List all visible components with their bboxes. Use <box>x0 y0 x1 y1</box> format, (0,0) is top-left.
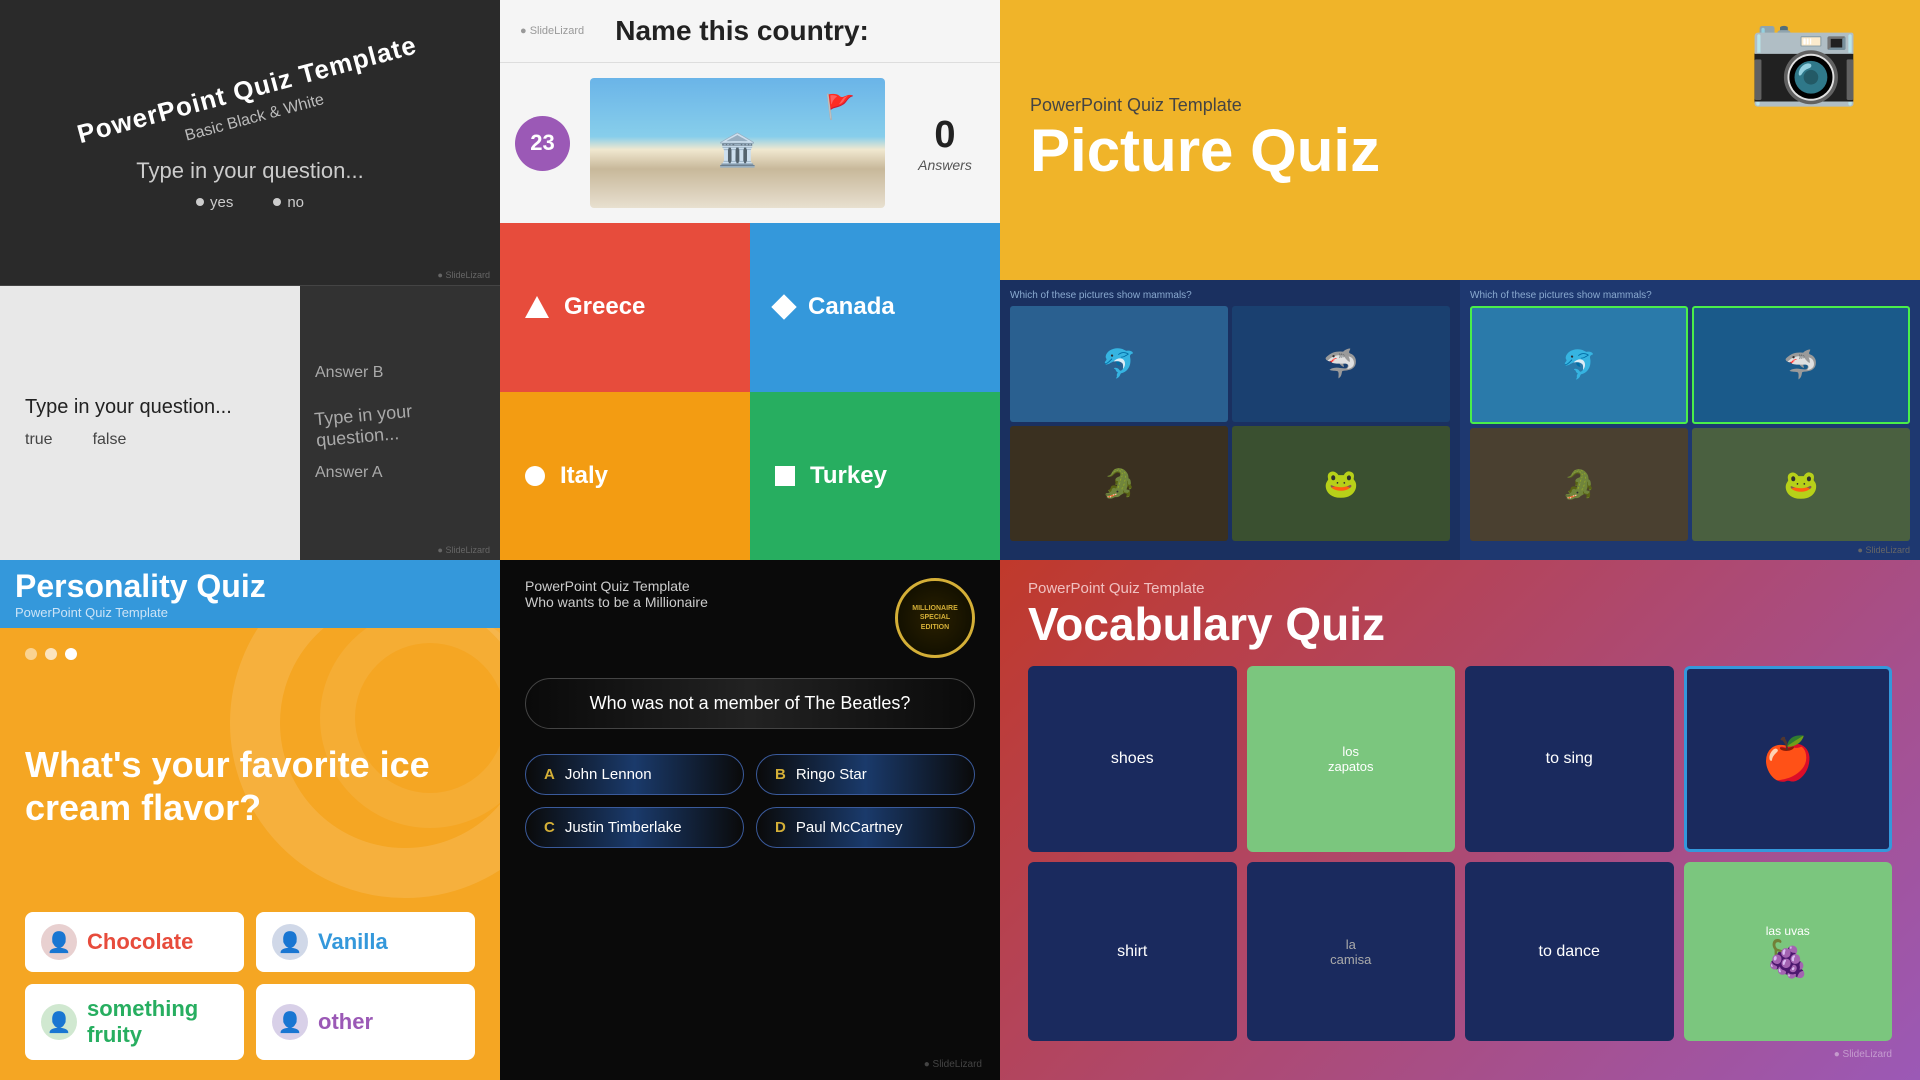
country-title: Name this country: <box>615 15 869 47</box>
vocab-card-camisa[interactable]: lacamisa <box>1247 862 1456 1041</box>
mammals-panel-2: Which of these pictures show mammals? 🐬 … <box>1460 280 1920 560</box>
answers-count: 0 <box>934 114 955 157</box>
cell-country-quiz: ● SlideLizard Name this country: 23 🏛️ 🚩… <box>500 0 1000 560</box>
option-chocolate[interactable]: 👤 Chocolate <box>25 912 244 972</box>
bw-question: Type in your question... <box>136 158 363 184</box>
option-vanilla[interactable]: 👤 Vanilla <box>256 912 475 972</box>
answer-b: Answer B <box>315 364 485 382</box>
picture-title: Picture Quiz <box>1030 116 1380 185</box>
vocab-card-zapatos[interactable]: loszapatos <box>1247 666 1456 852</box>
option-other[interactable]: 👤 other <box>256 984 475 1060</box>
option-fruity[interactable]: 👤 something fruity <box>25 984 244 1060</box>
mammals-panel-1: Which of these pictures show mammals? 🐬 … <box>1000 280 1460 560</box>
question-counter: 23 <box>515 116 570 171</box>
m-answer-b[interactable]: B Ringo Star <box>756 754 975 795</box>
vocab-label: PowerPoint Quiz Template <box>1028 580 1892 597</box>
option-no: no <box>287 194 304 211</box>
m-answer-d[interactable]: D Paul McCartney <box>756 807 975 848</box>
picture-label: PowerPoint Quiz Template <box>1030 95 1380 116</box>
answer-italy[interactable]: Italy <box>500 392 750 561</box>
false-option: false <box>93 431 127 449</box>
m-answer-c[interactable]: C Justin Timberlake <box>525 807 744 848</box>
personality-question: What's your favorite ice cream flavor? <box>25 743 475 829</box>
cell-black-white: PowerPoint Quiz Template Basic Black & W… <box>0 0 500 560</box>
answer-greece[interactable]: Greece <box>500 223 750 392</box>
millionaire-subtitle: Who wants to be a Millionaire <box>525 594 708 610</box>
badge-3: ● SlideLizard <box>1858 545 1910 555</box>
answer-turkey[interactable]: Turkey <box>750 392 1000 561</box>
answers-label: Answers <box>918 157 972 173</box>
answer-canada[interactable]: Canada <box>750 223 1000 392</box>
vocab-title: Vocabulary Quiz <box>1028 597 1892 651</box>
answer-a: Answer A <box>315 464 485 482</box>
vocab-card-shirt[interactable]: shirt <box>1028 862 1237 1041</box>
millionaire-badge: ● SlideLizard <box>924 1059 982 1070</box>
vocab-card-grapes[interactable]: las uvas 🍇 <box>1684 862 1893 1041</box>
vocab-card-shoes[interactable]: shoes <box>1028 666 1237 852</box>
type-question-overlay: Type in your question... <box>313 394 486 451</box>
badge-1b: ● SlideLizard <box>438 545 490 555</box>
millionaire-label: PowerPoint Quiz Template <box>525 578 708 594</box>
millionaire-section: PowerPoint Quiz Template Who wants to be… <box>500 560 1000 1080</box>
personality-title: Personality Quiz <box>15 568 485 605</box>
vocab-badge: ● SlideLizard <box>1028 1049 1892 1060</box>
vocabulary-quiz-section: PowerPoint Quiz Template Vocabulary Quiz… <box>1000 560 1920 1080</box>
badge-1: ● SlideLizard <box>438 270 490 280</box>
country-image: 🏛️ 🚩 <box>590 78 885 208</box>
vocab-card-apple[interactable]: 🍎 <box>1684 666 1893 852</box>
personality-quiz-section: Personality Quiz PowerPoint Quiz Templat… <box>0 560 500 1080</box>
millionaire-question: Who was not a member of The Beatles? <box>525 678 975 729</box>
vocab-card-sing[interactable]: to sing <box>1465 666 1674 852</box>
camera-icon: 📷 <box>1748 5 1860 110</box>
personality-subtitle: PowerPoint Quiz Template <box>15 605 485 620</box>
vocab-card-dance[interactable]: to dance <box>1465 862 1674 1041</box>
true-option: true <box>25 431 53 449</box>
millionaire-logo: MILLIONAIRESPECIALEDITION <box>895 578 975 658</box>
m-answer-a[interactable]: A John Lennon <box>525 754 744 795</box>
cell-picture-quiz: PowerPoint Quiz Template Picture Quiz 📷 … <box>1000 0 1920 560</box>
option-yes: yes <box>210 194 233 211</box>
